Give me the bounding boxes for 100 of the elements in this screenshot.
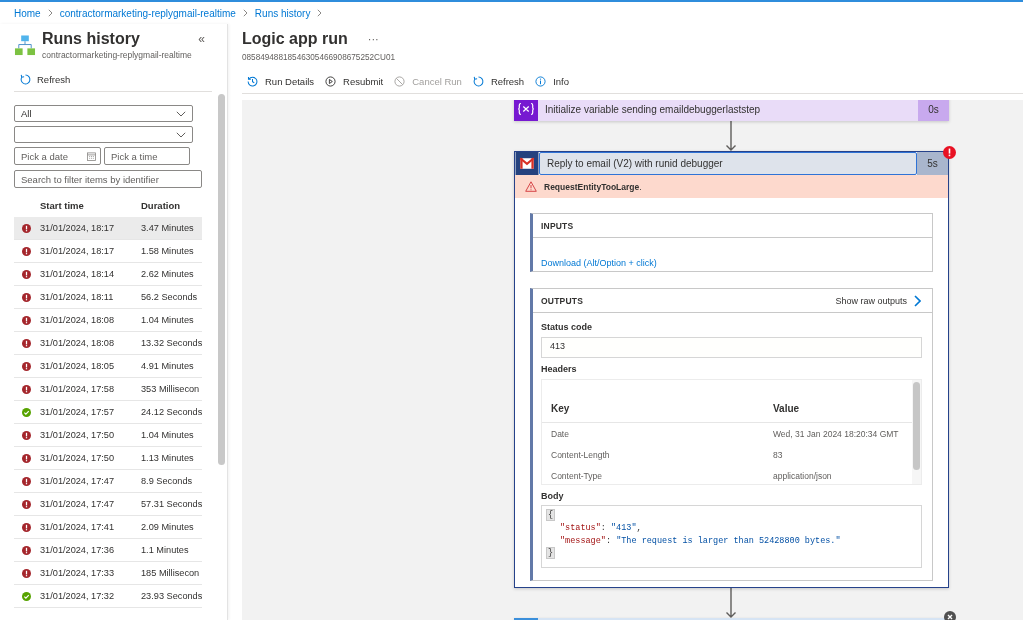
field-label: Headers: [541, 364, 577, 374]
run-row[interactable]: 31/01/2024, 17:32 23.93 Seconds: [14, 585, 202, 608]
duration: 1.1 Minutes: [141, 545, 189, 555]
run-row[interactable]: 31/01/2024, 18:08 1.04 Minutes: [14, 309, 202, 332]
dropdown[interactable]: [14, 126, 193, 143]
column-header: Start time: [40, 199, 85, 211]
start-time: 31/01/2024, 18:08: [40, 315, 116, 325]
breadcrumb-link[interactable]: contractormarketing-replygmail-realtime: [59, 7, 236, 19]
step-card[interactable]: [514, 151, 949, 588]
history-icon: [247, 75, 258, 87]
run-row[interactable]: 31/01/2024, 17:47 57.31 Seconds: [14, 493, 202, 516]
run-row[interactable]: 31/01/2024, 18:17 1.58 Minutes: [14, 240, 202, 263]
show-raw-outputs-link[interactable]: Show raw outputs: [835, 295, 907, 306]
resubmit-icon: [325, 75, 337, 87]
table-cell-text: Content-Type: [550, 470, 604, 481]
scrollbar[interactable]: [218, 94, 225, 465]
table-cell: application/json: [773, 470, 832, 481]
info-icon: [535, 75, 547, 87]
run-row[interactable]: 31/01/2024, 17:50 1.04 Minutes: [14, 424, 202, 447]
chevron-down-icon: [176, 110, 186, 117]
duration: 3.47 Minutes: [141, 223, 194, 233]
toolbar-button[interactable]: Resubmit: [325, 75, 384, 87]
section-title: INPUTS: [541, 220, 574, 231]
column-header: Value: [773, 402, 800, 414]
step-title: Initialize variable sending emaildebuggerlaststep: [538, 100, 918, 121]
breadcrumb-link[interactable]: Home: [14, 7, 41, 19]
run-row[interactable]: 31/01/2024, 17:33 185 Millisecon: [14, 562, 202, 585]
code-line: "status": "413",: [559, 521, 643, 535]
start-time: 31/01/2024, 17:32: [40, 591, 116, 601]
step-card[interactable]: Initialize variable sending emaildebuggerlaststep 0s: [514, 100, 949, 121]
chevron-right-icon[interactable]: [914, 294, 921, 307]
start-time: 31/01/2024, 17:57: [40, 407, 116, 417]
date-field[interactable]: Pick a date: [14, 147, 101, 165]
start-time: 31/01/2024, 17:36: [40, 545, 116, 555]
run-row[interactable]: 31/01/2024, 18:08 13.32 Seconds: [14, 332, 202, 355]
field-label: Body: [541, 491, 564, 501]
download-link[interactable]: Download (Alt/Option + click): [541, 258, 657, 268]
run-id: 08584948818546305466908675252CU01: [242, 52, 395, 64]
connector-arrow: [725, 121, 737, 151]
search-field[interactable]: Search to filter items by identifier: [14, 170, 202, 188]
run-row[interactable]: 31/01/2024, 17:50 1.13 Minutes: [14, 447, 202, 470]
table-cell-text: Content-Length: [550, 449, 611, 460]
chevron-right-icon: [242, 9, 248, 17]
duration: 2.09 Minutes: [141, 522, 194, 532]
run-row[interactable]: 31/01/2024, 17:41 2.09 Minutes: [14, 516, 202, 539]
run-row[interactable]: 31/01/2024, 18:05 4.91 Minutes: [14, 355, 202, 378]
page-title: Logic app run: [242, 29, 348, 49]
code-line: "message": "The request is larger than 52428800 bytes.": [559, 534, 842, 548]
chevron-right-icon: [317, 9, 323, 17]
run-row[interactable]: 31/01/2024, 18:14 2.62 Minutes: [14, 263, 202, 286]
toolbar-button[interactable]: Run Details: [247, 75, 315, 87]
start-time: 31/01/2024, 17:41: [40, 522, 116, 532]
refresh-button[interactable]: Refresh: [20, 72, 71, 86]
chevron-right-icon: [47, 9, 53, 17]
duration: 8.9 Seconds: [141, 476, 193, 486]
run-row[interactable]: 31/01/2024, 17:57 24.12 Seconds: [14, 401, 202, 424]
toolbar-button[interactable]: Info: [535, 75, 569, 87]
start-time: 31/01/2024, 17:50: [40, 430, 116, 440]
envelope-icon: [515, 152, 539, 175]
start-time: 31/01/2024, 18:05: [40, 361, 116, 371]
start-time: 31/01/2024, 17:47: [40, 499, 116, 509]
run-row[interactable]: 31/01/2024, 17:47 8.9 Seconds: [14, 470, 202, 493]
duration: 24.12 Seconds: [141, 407, 203, 417]
table-cell: 83: [773, 449, 783, 460]
start-time: 31/01/2024, 18:08: [40, 338, 116, 348]
field-label: Status code: [541, 322, 592, 332]
more-button[interactable]: ···: [365, 33, 381, 45]
start-time: 31/01/2024, 18:17: [40, 246, 116, 256]
connector-arrow: [725, 588, 737, 618]
start-time: 31/01/2024, 18:11: [40, 292, 115, 302]
start-time: 31/01/2024, 18:17: [40, 223, 116, 233]
start-time: 31/01/2024, 17:58: [40, 384, 116, 394]
workflow-icon: [14, 35, 36, 56]
cancel-icon: [394, 75, 406, 87]
time-field[interactable]: Pick a time: [104, 147, 190, 165]
breadcrumb-link[interactable]: Runs history: [254, 7, 311, 19]
section-title: OUTPUTS: [541, 295, 583, 306]
collapse-button[interactable]: «: [198, 32, 205, 46]
dropdown[interactable]: All: [14, 105, 193, 122]
duration: 13.32 Seconds: [141, 338, 203, 348]
run-row[interactable]: 31/01/2024, 18:11 56.2 Seconds: [14, 286, 202, 309]
start-time: 31/01/2024, 17:47: [40, 476, 116, 486]
toolbar-button[interactable]: Refresh: [472, 75, 525, 87]
duration: 1.58 Minutes: [141, 246, 194, 256]
refresh-icon: [20, 73, 31, 85]
step-duration: 5s: [917, 152, 948, 175]
duration: 353 Millisecon: [141, 384, 200, 394]
run-row[interactable]: 31/01/2024, 17:36 1.1 Minutes: [14, 539, 202, 562]
run-row[interactable]: 31/01/2024, 18:17 3.47 Minutes: [14, 217, 202, 240]
calendar-icon[interactable]: [87, 151, 96, 161]
column-header: Key: [550, 402, 571, 414]
run-row[interactable]: 31/01/2024, 17:58 353 Millisecon: [14, 378, 202, 401]
error-message: RequestEntityTooLarge.: [544, 181, 642, 192]
panel-subtitle: contractormarketing-replygmail-realtime: [42, 49, 192, 61]
start-time: 31/01/2024, 17:33: [40, 568, 116, 578]
panel-title: Runs history: [42, 29, 141, 49]
scrollbar[interactable]: [913, 382, 920, 470]
duration: 1.04 Minutes: [141, 315, 194, 325]
duration: 23.93 Seconds: [141, 591, 203, 601]
table-cell-text: Date: [550, 428, 570, 439]
